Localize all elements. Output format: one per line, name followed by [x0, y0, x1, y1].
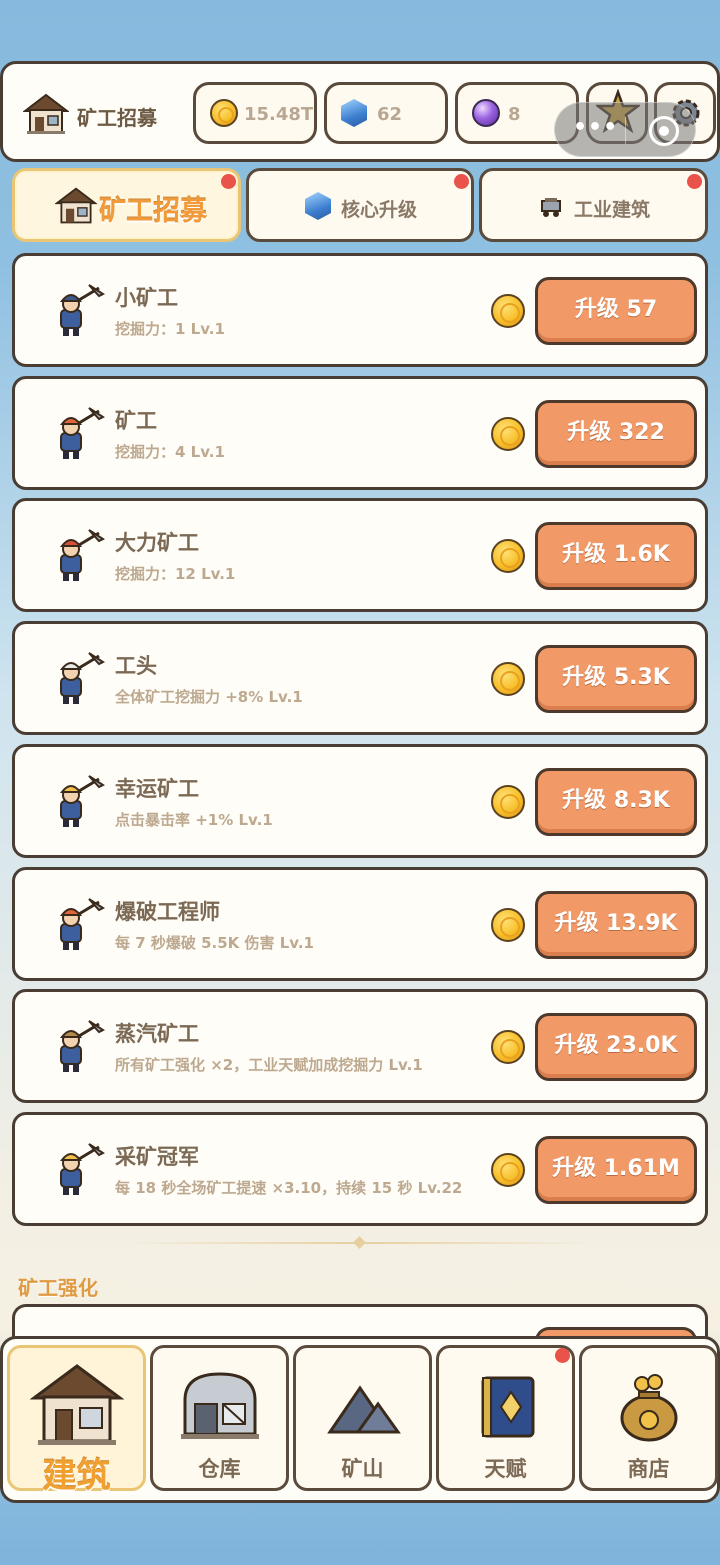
miner-avatar-icon: [59, 1020, 105, 1072]
notification-dot: [555, 1348, 570, 1363]
notification-dot: [221, 174, 236, 189]
miner-card: 蒸汽矿工所有矿工强化 ×2，工业天赋加成挖掘力 Lv.1 升级 23.0K: [12, 989, 708, 1103]
miner-name: 工头: [115, 654, 157, 678]
gem-counter[interactable]: 62: [324, 82, 448, 144]
capsule-divider: [625, 117, 626, 144]
coin-counter[interactable]: 15.48T: [193, 82, 317, 144]
miner-description: 挖掘力：1 Lv.1: [115, 320, 225, 338]
miner-name: 小矿工: [115, 286, 178, 310]
upgrade-button[interactable]: 升级 8.3K: [535, 768, 697, 836]
miner-avatar-icon: [59, 1143, 105, 1195]
coin-value: 15.48T: [244, 104, 314, 125]
nav-building[interactable]: 建筑: [7, 1345, 146, 1496]
nav-label: 仓库: [198, 1457, 241, 1481]
miner-description: 挖掘力：12 Lv.1: [115, 565, 236, 583]
upgrade-button[interactable]: 升级 5.3K: [535, 645, 697, 713]
miner-avatar-icon: [59, 407, 105, 459]
orb-icon: [472, 99, 500, 127]
tab-industrial-building[interactable]: 工业建筑: [479, 168, 708, 242]
miner-avatar-icon: [59, 284, 105, 336]
miner-avatar-icon: [59, 898, 105, 950]
tab-miner-recruit[interactable]: 矿工招募: [12, 168, 241, 242]
miner-card: 大力矿工挖掘力：12 Lv.1 升级 1.6K: [12, 498, 708, 612]
miner-description: 全体矿工挖掘力 +8% Lv.1: [115, 688, 303, 706]
coin-icon: [491, 1030, 525, 1064]
upgrade-button[interactable]: 升级 13.9K: [535, 891, 697, 959]
close-target-icon[interactable]: [649, 116, 679, 146]
miner-name: 幸运矿工: [115, 777, 199, 801]
section-title: 矿工强化: [18, 1276, 98, 1300]
page-title: 矿工招募: [77, 106, 157, 130]
nav-label: 建筑: [42, 1456, 111, 1496]
tab-core-upgrade[interactable]: 核心升级: [246, 168, 474, 242]
miner-card: 矿工挖掘力：4 Lv.1 升级 322: [12, 376, 708, 490]
upgrade-button[interactable]: 升级 322: [535, 400, 697, 468]
house-icon: [23, 93, 69, 134]
upgrade-button[interactable]: 升级 57: [535, 277, 697, 345]
upgrade-button[interactable]: 升级 1.6K: [535, 522, 697, 590]
tab-label: 工业建筑: [574, 199, 651, 221]
miner-avatar-icon: [59, 775, 105, 827]
coin-icon: [491, 294, 525, 328]
gem-value: 62: [377, 104, 403, 125]
miner-card: 幸运矿工点击暴击率 +1% Lv.1 升级 8.3K: [12, 744, 708, 858]
gem-icon: [305, 192, 331, 220]
tab-label: 矿工招募: [99, 196, 207, 227]
warehouse-icon: [181, 1372, 259, 1439]
mountain-icon: [327, 1385, 401, 1434]
miner-card: 爆破工程师每 7 秒爆破 5.5K 伤害 Lv.1 升级 13.9K: [12, 867, 708, 981]
nav-mine[interactable]: 矿山: [293, 1345, 432, 1491]
house-icon: [55, 187, 97, 224]
bottom-nav: 建筑 仓库 矿山 天赋 商店: [0, 1336, 720, 1503]
nav-label: 矿山: [341, 1457, 384, 1481]
miner-name: 采矿冠军: [115, 1145, 199, 1169]
miner-description: 每 18 秒全场矿工提速 ×3.10，持续 15 秒 Lv.22: [115, 1179, 463, 1197]
nav-label: 天赋: [484, 1457, 527, 1481]
coin-icon: [491, 908, 525, 942]
minecart-icon: [541, 198, 561, 217]
divider-ornament: [353, 1236, 366, 1249]
miner-name: 蒸汽矿工: [115, 1022, 199, 1046]
miner-name: 爆破工程师: [115, 900, 220, 924]
coin-icon: [491, 785, 525, 819]
building-icon: [30, 1364, 124, 1445]
nav-shop[interactable]: 商店: [579, 1345, 718, 1491]
upgrade-button[interactable]: 升级 1.61M: [535, 1136, 697, 1204]
upgrade-button[interactable]: 升级 23.0K: [535, 1013, 697, 1081]
miner-card: 工头全体矿工挖掘力 +8% Lv.1 升级 5.3K: [12, 621, 708, 735]
coin-icon: [491, 662, 525, 696]
miner-avatar-icon: [59, 652, 105, 704]
nav-talent[interactable]: 天赋: [436, 1345, 575, 1491]
more-icon[interactable]: •••: [573, 115, 618, 140]
notification-dot: [454, 174, 469, 189]
miner-name: 大力矿工: [115, 531, 199, 555]
orb-value: 8: [508, 104, 521, 125]
miner-card: 小矿工挖掘力：1 Lv.1 升级 57: [12, 253, 708, 367]
coin-icon: [491, 1153, 525, 1187]
coin-icon: [491, 417, 525, 451]
coin-icon: [210, 99, 238, 127]
nav-warehouse[interactable]: 仓库: [150, 1345, 289, 1491]
miniprogram-capsule[interactable]: •••: [554, 102, 696, 157]
miner-description: 点击暴击率 +1% Lv.1: [115, 811, 273, 829]
gem-icon: [341, 99, 367, 127]
miner-avatar-icon: [59, 529, 105, 581]
miner-card: 采矿冠军每 18 秒全场矿工提速 ×3.10，持续 15 秒 Lv.22 升级 1…: [12, 1112, 708, 1226]
notification-dot: [687, 174, 702, 189]
miner-name: 矿工: [115, 409, 157, 433]
spellbook-icon: [481, 1376, 535, 1438]
nav-label: 商店: [627, 1457, 670, 1481]
coin-icon: [491, 539, 525, 573]
miner-description: 每 7 秒爆破 5.5K 伤害 Lv.1: [115, 934, 314, 952]
tab-label: 核心升级: [341, 199, 418, 221]
miner-description: 挖掘力：4 Lv.1: [115, 443, 225, 461]
money-bag-icon: [620, 1374, 678, 1442]
miner-description: 所有矿工强化 ×2，工业天赋加成挖掘力 Lv.1: [115, 1056, 423, 1074]
